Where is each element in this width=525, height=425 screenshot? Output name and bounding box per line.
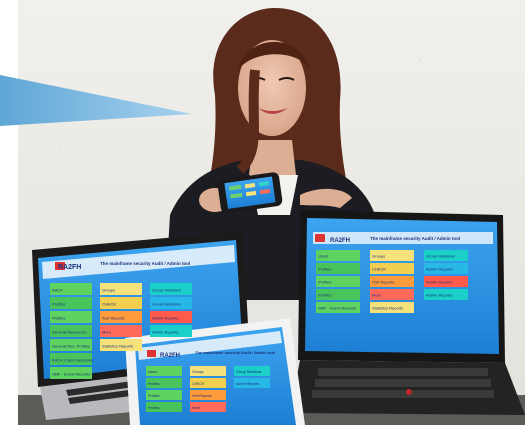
photo-scene: RA2FH The mainframe security Audit / Adm… bbox=[0, 0, 525, 425]
tablet-tile-label: Admin Reports bbox=[236, 382, 259, 386]
tablet-tile-label: Profiles bbox=[148, 382, 160, 386]
laptop_right-tile-label: Users bbox=[318, 254, 328, 259]
laptop_right-tile-label: Statistics Reports bbox=[372, 306, 403, 311]
laptop_left-tile-label: Admin Reports bbox=[152, 329, 178, 334]
laptop_left-tile-label: General Res. Profiles bbox=[52, 343, 90, 348]
laptop_left-tile-label: Profiles bbox=[52, 315, 65, 320]
tablet-tile-label: Group Relations bbox=[236, 370, 262, 374]
brand-left: RA2FH bbox=[58, 264, 81, 271]
laptop_right-tile-label: CHECK bbox=[372, 267, 386, 272]
tagline-tablet: The mainframe security Audit / Admin too… bbox=[195, 350, 275, 355]
brand-right: RA2FH bbox=[330, 238, 350, 244]
laptop_right-tile-label: More bbox=[372, 293, 382, 298]
laptop_left-tile-label: Group Relations bbox=[152, 301, 181, 306]
laptop_right-tile-label: Admin Reports bbox=[426, 293, 452, 298]
laptop_right-tile-label: Group Relations bbox=[426, 254, 455, 259]
laptop_left-tile-label: RACF Class Descriptor bbox=[52, 357, 94, 362]
tablet-tile-label: Groups bbox=[192, 370, 204, 374]
laptop_left-tile-label: More bbox=[102, 329, 112, 334]
laptop_left-tile-label: RACF bbox=[52, 287, 63, 292]
tablet-tile-label: More bbox=[192, 406, 200, 410]
laptop_right-tile-label: Admin Reports bbox=[426, 280, 452, 285]
laptop_left-tile-label: CHECK bbox=[102, 301, 116, 306]
laptop_right-tile-label: Admin Reports bbox=[426, 267, 452, 272]
laptop_left-tile-label: SMF - Event Records bbox=[52, 371, 90, 376]
laptop_left-tile-label: Statistics Reports bbox=[102, 343, 133, 348]
laptop_left-tile-label: Xref Reports bbox=[102, 315, 124, 320]
laptop_left-tile-label: Group Relations bbox=[152, 287, 181, 292]
laptop_left-tile-label: Admin Reports bbox=[152, 315, 178, 320]
laptop_right-tile-label: Profiles bbox=[318, 280, 331, 285]
laptop_left-tile-label: Profiles bbox=[52, 301, 65, 306]
tablet-tile-label: Profiles bbox=[148, 406, 160, 410]
laptop_left-tile-label: General Resources bbox=[52, 329, 86, 334]
laptop_right-tile-label: SMF - Event Records bbox=[318, 306, 356, 311]
laptop_right-tile-label: Groups bbox=[372, 254, 385, 259]
laptop_left-tile-label: Groups bbox=[102, 287, 115, 292]
scene-svg: RA2FH The mainframe security Audit / Adm… bbox=[0, 0, 525, 425]
tablet-tile-label: Users bbox=[148, 370, 157, 374]
tagline-left: The mainframe security Audit / Admin too… bbox=[100, 261, 190, 266]
tablet-tile-label: Profiles bbox=[148, 394, 160, 398]
tablet-tile-label: Xref Reports bbox=[192, 394, 212, 398]
tagline-right: The mainframe security Audit / Admin too… bbox=[370, 236, 460, 241]
tablet-tile-label: CHECK bbox=[192, 382, 205, 386]
laptop_right-tile-label: Profiles bbox=[318, 293, 331, 298]
laptop_right-tile-label: Xref Reports bbox=[372, 280, 394, 285]
laptop_right-tile-label: Profiles bbox=[318, 267, 331, 272]
brand-tablet: RA2FH bbox=[160, 353, 180, 359]
